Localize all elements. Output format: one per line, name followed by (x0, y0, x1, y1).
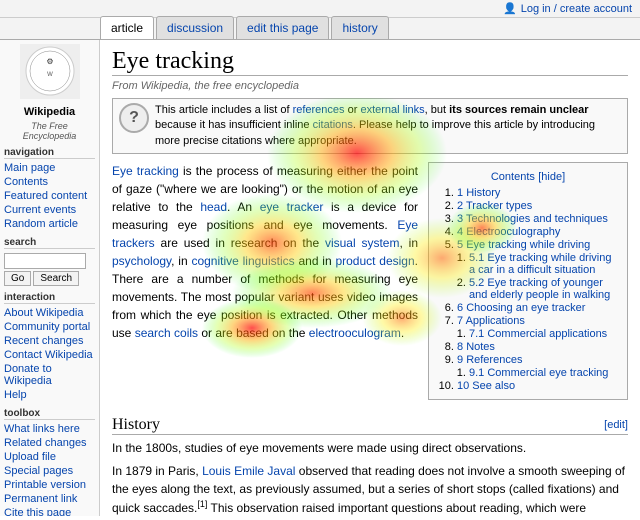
sidebar-item-whatlinks[interactable]: What links here (4, 422, 95, 436)
sidebar-item-random[interactable]: Random article (4, 217, 95, 231)
interaction-section-title: interaction (4, 292, 95, 304)
svg-text:W: W (47, 72, 53, 78)
toolbox-section-title: toolbox (4, 408, 95, 420)
cognitive-link[interactable]: cognitive linguistics (191, 254, 294, 268)
references-link[interactable]: references (293, 104, 345, 116)
page-title: Eye tracking (112, 48, 628, 76)
history-edit-link[interactable]: [edit] (604, 419, 628, 431)
wiki-subtitle: The Free Encyclopedia (4, 121, 95, 141)
sidebar-item-special[interactable]: Special pages (4, 464, 95, 478)
sidebar-item-about[interactable]: About Wikipedia (4, 306, 95, 320)
electrooculogram-link[interactable]: electrooculogram (309, 326, 401, 340)
wiki-title: Wikipedia (4, 106, 95, 119)
login-link[interactable]: Log in / create account (521, 3, 632, 15)
search-box: Go Search (4, 253, 95, 286)
page-subtitle: From Wikipedia, the free encyclopedia (112, 80, 628, 92)
sidebar-item-recent[interactable]: Recent changes (4, 334, 95, 348)
sidebar-item-main[interactable]: Main page (4, 161, 95, 175)
sidebar: ⚙ W Wikipedia The Free Encyclopedia navi… (0, 40, 100, 516)
tab-edit[interactable]: edit this page (236, 16, 329, 39)
search-button[interactable]: Search (33, 271, 79, 286)
eye-tracking-link[interactable]: Eye tracking (112, 164, 179, 178)
sidebar-item-featured[interactable]: Featured content (4, 189, 95, 203)
sidebar-item-printable[interactable]: Printable version (4, 478, 95, 492)
toc-item-9[interactable]: 9 References (457, 354, 522, 366)
article-paragraph-1: Eye tracking is the process of measuring… (112, 162, 628, 342)
psychology-link[interactable]: psychology (112, 254, 171, 268)
citations-link[interactable]: citations (313, 119, 353, 131)
toc-item-10[interactable]: 10 See also (457, 380, 515, 392)
sidebar-item-cite[interactable]: Cite this page (4, 506, 95, 516)
main-layout: ⚙ W Wikipedia The Free Encyclopedia navi… (0, 40, 640, 516)
search-buttons: Go Search (4, 271, 95, 286)
notice-icon: ? (119, 103, 149, 133)
sidebar-item-current[interactable]: Current events (4, 203, 95, 217)
search-section-title: search (4, 237, 95, 249)
javal-link[interactable]: Louis Emile Javal (202, 464, 295, 478)
search-coils-link[interactable]: search coils (135, 326, 198, 340)
tab-discussion[interactable]: discussion (156, 16, 234, 39)
user-icon: 👤 (503, 2, 517, 15)
sidebar-item-community[interactable]: Community portal (4, 320, 95, 334)
visual-system-link[interactable]: visual system (325, 236, 400, 250)
history-para-1: In the 1800s, studies of eye movements w… (112, 439, 628, 457)
sidebar-item-related[interactable]: Related changes (4, 436, 95, 450)
toc-item-9-1[interactable]: 9.1 Commercial eye tracking (469, 367, 608, 379)
sidebar-item-donate[interactable]: Donate to Wikipedia (4, 362, 95, 388)
history-para-2: In 1879 in Paris, Louis Emile Javal obse… (112, 462, 628, 516)
search-input[interactable] (4, 253, 86, 269)
sidebar-item-contact[interactable]: Contact Wikipedia (4, 348, 95, 362)
content-area: Eye tracking From Wikipedia, the free en… (100, 40, 640, 516)
wiki-logo-image: ⚙ W (20, 44, 80, 99)
sidebar-item-contents[interactable]: Contents (4, 175, 95, 189)
product-design-link[interactable]: product design (335, 254, 414, 268)
go-button[interactable]: Go (4, 271, 31, 286)
heatmap-region: ? This article includes a list of refere… (112, 98, 628, 516)
notice-box: ? This article includes a list of refere… (112, 98, 628, 154)
eye-tracker-link[interactable]: eye tracker (260, 200, 324, 214)
sidebar-item-help[interactable]: Help (4, 388, 95, 402)
article-body: Eye tracking is the process of measuring… (112, 162, 628, 342)
tab-article[interactable]: article (100, 16, 154, 39)
external-links-link[interactable]: external links (360, 104, 424, 116)
tab-bar: article discussion edit this page histor… (0, 18, 640, 40)
tab-history[interactable]: history (331, 16, 388, 39)
sidebar-item-upload[interactable]: Upload file (4, 450, 95, 464)
head-link[interactable]: head (200, 200, 227, 214)
toc-item-8[interactable]: 8 Notes (457, 341, 495, 353)
wiki-logo: ⚙ W (4, 44, 95, 102)
svg-text:⚙: ⚙ (46, 57, 53, 66)
nav-section-title: navigation (4, 147, 95, 159)
notice-text: This article includes a list of referenc… (155, 103, 621, 149)
unclear-bold: its sources remain unclear (449, 104, 588, 116)
history-section-header: History [edit] (112, 416, 628, 435)
history-title: History (112, 416, 160, 434)
sidebar-item-permanent[interactable]: Permanent link (4, 492, 95, 506)
